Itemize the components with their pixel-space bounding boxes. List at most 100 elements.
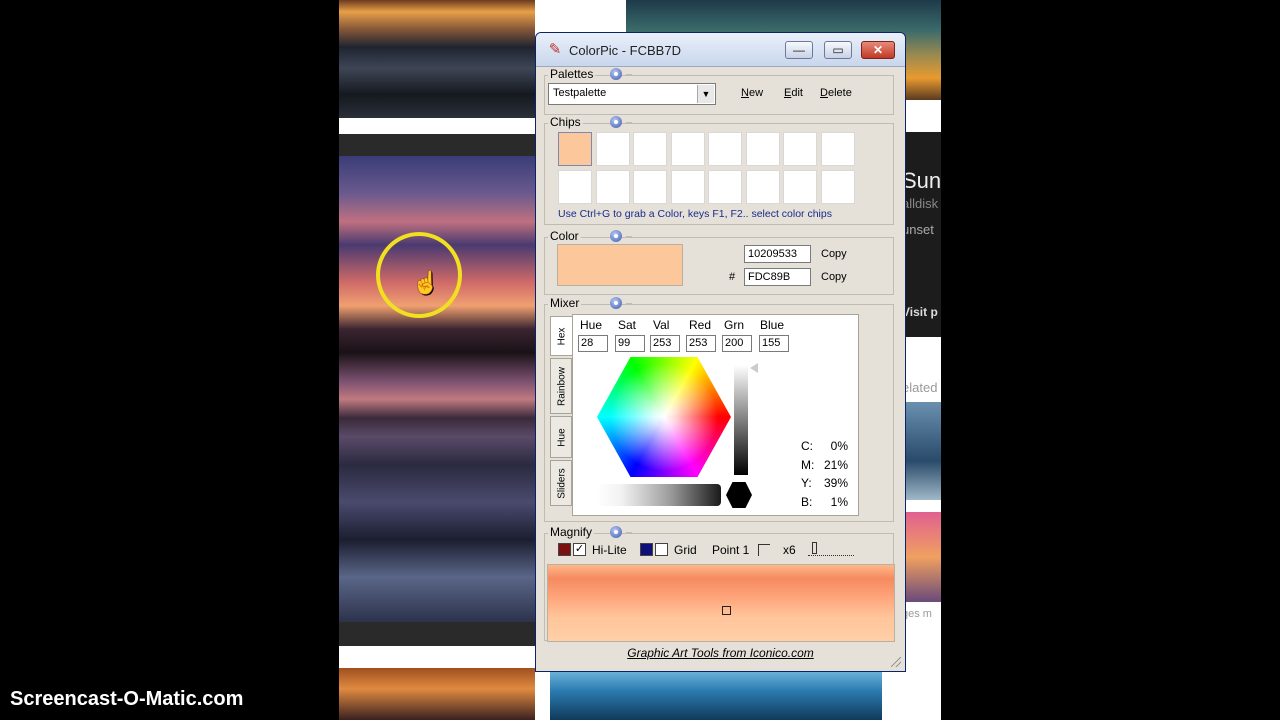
- sunset-thumbnail[interactable]: [339, 0, 535, 118]
- tab-label: Hex: [556, 327, 568, 346]
- sunset-thumbnail[interactable]: [550, 672, 882, 720]
- zoom-label: x6: [783, 543, 796, 557]
- val-field[interactable]: 253: [650, 335, 680, 352]
- collapse-toggle-icon[interactable]: [610, 526, 622, 538]
- yellow-value: 39%: [823, 476, 848, 490]
- chips-label: Chips: [548, 115, 583, 129]
- section-divider: [626, 74, 632, 75]
- related-thumbnail[interactable]: [906, 402, 941, 500]
- magnify-label: Magnify: [548, 525, 595, 539]
- grayscale-picker[interactable]: [596, 484, 721, 506]
- copy-hex-button[interactable]: Copy: [821, 271, 847, 283]
- iconico-link[interactable]: Graphic Art Tools from Iconico.com: [536, 646, 905, 660]
- more-images-link[interactable]: ges m: [902, 608, 932, 620]
- hue-field[interactable]: 28: [578, 335, 608, 352]
- color-chip[interactable]: [670, 170, 705, 204]
- hue-label: Hue: [580, 318, 603, 332]
- chevron-down-icon[interactable]: ▼: [697, 85, 714, 103]
- hilite-checkbox[interactable]: ✓: [573, 543, 586, 556]
- section-divider: [626, 122, 632, 123]
- sunset-thumbnail[interactable]: [339, 668, 535, 720]
- palette-select-value: Testpalette: [553, 87, 607, 99]
- eyedropper-icon: ✎: [548, 41, 562, 58]
- red-field[interactable]: 253: [686, 335, 716, 352]
- colorpic-window: ✎ ColorPic - FCBB7D — ▭ ✕ Palettes Testp…: [535, 32, 906, 672]
- slider-handle-icon[interactable]: [750, 363, 758, 373]
- color-chip[interactable]: [783, 132, 817, 166]
- grid-checkbox[interactable]: [655, 543, 668, 556]
- edit-palette-button[interactable]: Edit: [784, 87, 803, 99]
- color-chip[interactable]: [595, 170, 630, 204]
- green-label: Grn: [724, 318, 745, 332]
- chip-grid: [558, 132, 857, 204]
- crosshair-icon: [722, 606, 731, 615]
- collapse-toggle-icon[interactable]: [610, 297, 622, 309]
- blue-field[interactable]: 155: [759, 335, 789, 352]
- sat-label: Sat: [618, 318, 637, 332]
- magenta-value: 21%: [823, 458, 848, 472]
- color-chip[interactable]: [745, 170, 780, 204]
- tab-hex[interactable]: Hex: [550, 316, 572, 356]
- title-bar[interactable]: ✎ ColorPic - FCBB7D — ▭ ✕: [536, 33, 905, 67]
- color-chip[interactable]: [595, 132, 630, 166]
- color-chip[interactable]: [558, 170, 592, 204]
- brightness-slider[interactable]: [734, 365, 748, 475]
- tab-sliders[interactable]: Sliders: [550, 460, 572, 506]
- section-divider: [626, 532, 632, 533]
- palette-select[interactable]: Testpalette ▼: [548, 83, 716, 105]
- tab-label: Sliders: [556, 468, 568, 499]
- corner-point-icon[interactable]: [758, 544, 770, 556]
- tab-hue[interactable]: Hue: [550, 416, 572, 458]
- color-chip[interactable]: [708, 132, 742, 166]
- color-chip[interactable]: [745, 132, 780, 166]
- recorder-watermark: Screencast-O-Matic.com: [10, 688, 244, 710]
- related-thumbnail[interactable]: [906, 512, 941, 602]
- color-chip[interactable]: [633, 170, 667, 204]
- color-chip[interactable]: [820, 132, 855, 166]
- color-chip[interactable]: [708, 170, 742, 204]
- tab-rainbow[interactable]: Rainbow: [550, 358, 572, 414]
- delete-palette-button[interactable]: Delete: [820, 87, 852, 99]
- new-palette-button[interactable]: New: [741, 87, 763, 99]
- image-snippet: unset: [902, 222, 934, 237]
- current-color-swatch[interactable]: [557, 244, 683, 286]
- tab-label: Hue: [556, 428, 568, 447]
- color-chip[interactable]: [820, 170, 855, 204]
- grid-color-swatch[interactable]: [640, 543, 653, 556]
- close-button[interactable]: ✕: [861, 41, 895, 59]
- sat-field[interactable]: 99: [615, 335, 645, 352]
- decimal-value-field[interactable]: 10209533: [744, 245, 811, 263]
- palettes-label: Palettes: [548, 67, 596, 81]
- point-label: Point 1: [712, 543, 750, 557]
- hilite-color-swatch[interactable]: [558, 543, 571, 556]
- sunset-photo[interactable]: [339, 156, 535, 624]
- color-chip[interactable]: [670, 132, 705, 166]
- section-divider: [626, 236, 632, 237]
- hex-value-field[interactable]: FDC89B: [744, 268, 811, 286]
- copy-decimal-button[interactable]: Copy: [821, 248, 847, 260]
- color-chip[interactable]: [633, 132, 667, 166]
- section-divider: [626, 303, 632, 304]
- grid-label: Grid: [674, 543, 697, 557]
- window-title: ColorPic - FCBB7D: [569, 43, 681, 58]
- tab-label: Rainbow: [556, 367, 568, 406]
- collapse-toggle-icon[interactable]: [610, 230, 622, 242]
- green-field[interactable]: 200: [722, 335, 752, 352]
- minimize-button[interactable]: —: [785, 41, 813, 59]
- val-label: Val: [653, 318, 670, 332]
- color-chip[interactable]: [558, 132, 592, 166]
- maximize-button[interactable]: ▭: [824, 41, 852, 59]
- collapse-toggle-icon[interactable]: [610, 116, 622, 128]
- color-label: Color: [548, 229, 581, 243]
- resize-grip-icon[interactable]: [891, 657, 901, 667]
- image-caption-bar: [339, 622, 535, 646]
- collapse-toggle-icon[interactable]: [610, 68, 622, 80]
- related-images-label: elated: [902, 380, 938, 395]
- image-title: Suns: [902, 168, 941, 193]
- hex-prefix: #: [729, 271, 736, 283]
- image-source[interactable]: alldisk: [902, 196, 938, 211]
- black-value: 1%: [830, 495, 848, 509]
- zoom-slider-handle[interactable]: [812, 542, 817, 554]
- visit-page-button[interactable]: Visit p: [902, 305, 938, 319]
- color-chip[interactable]: [783, 170, 817, 204]
